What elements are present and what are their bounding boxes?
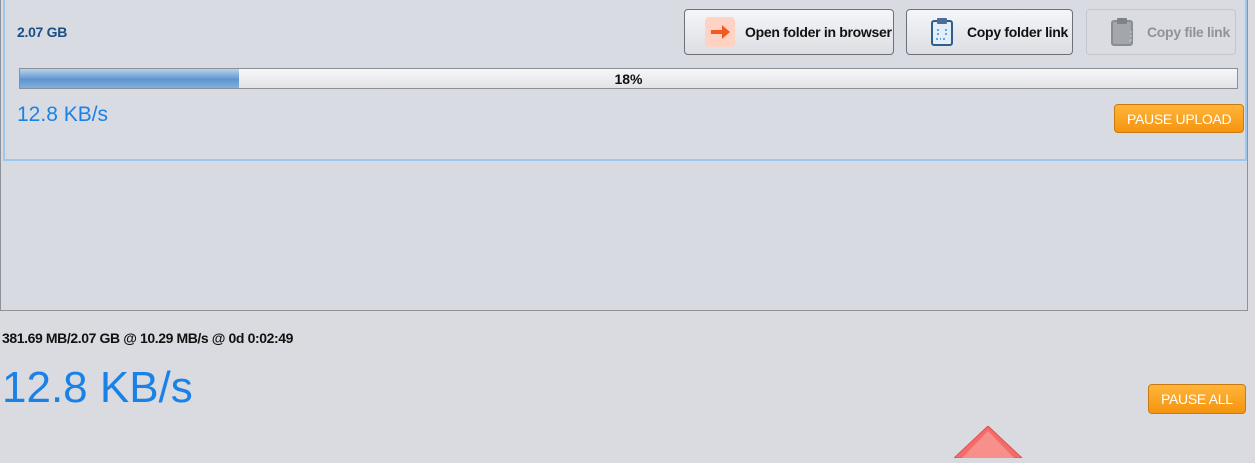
upload-progress-text: 18% xyxy=(614,71,643,87)
open-folder-in-browser-label: Open folder in browser xyxy=(745,24,892,40)
arrow-right-icon xyxy=(705,17,735,47)
upload-progress-bar: 18% xyxy=(19,68,1238,89)
pause-all-button[interactable]: PAUSE ALL xyxy=(1148,384,1246,414)
clipboard-icon xyxy=(927,17,957,47)
logo-icon xyxy=(952,425,1024,463)
open-folder-in-browser-button[interactable]: Open folder in browser xyxy=(684,9,894,55)
clipboard-disabled-icon xyxy=(1107,17,1137,47)
upload-speed: 12.8 KB/s xyxy=(17,103,109,126)
upload-item: 2.07 GB Open folder in browser Copy fold… xyxy=(3,0,1247,161)
total-speed: 12.8 KB/s xyxy=(2,363,193,412)
pause-upload-button[interactable]: PAUSE UPLOAD xyxy=(1114,104,1245,133)
copy-file-link-label: Copy file link xyxy=(1147,24,1230,40)
file-size-label: 2.07 GB xyxy=(17,24,68,40)
upload-list-panel: 2.07 GB Open folder in browser Copy fold… xyxy=(0,0,1248,311)
copy-folder-link-label: Copy folder link xyxy=(967,24,1068,40)
copy-file-link-button[interactable]: Copy file link xyxy=(1086,9,1236,55)
copy-folder-link-button[interactable]: Copy folder link xyxy=(906,9,1073,55)
transfer-summary: 381.69 MB/2.07 GB @ 10.29 MB/s @ 0d 0:02… xyxy=(2,330,294,346)
